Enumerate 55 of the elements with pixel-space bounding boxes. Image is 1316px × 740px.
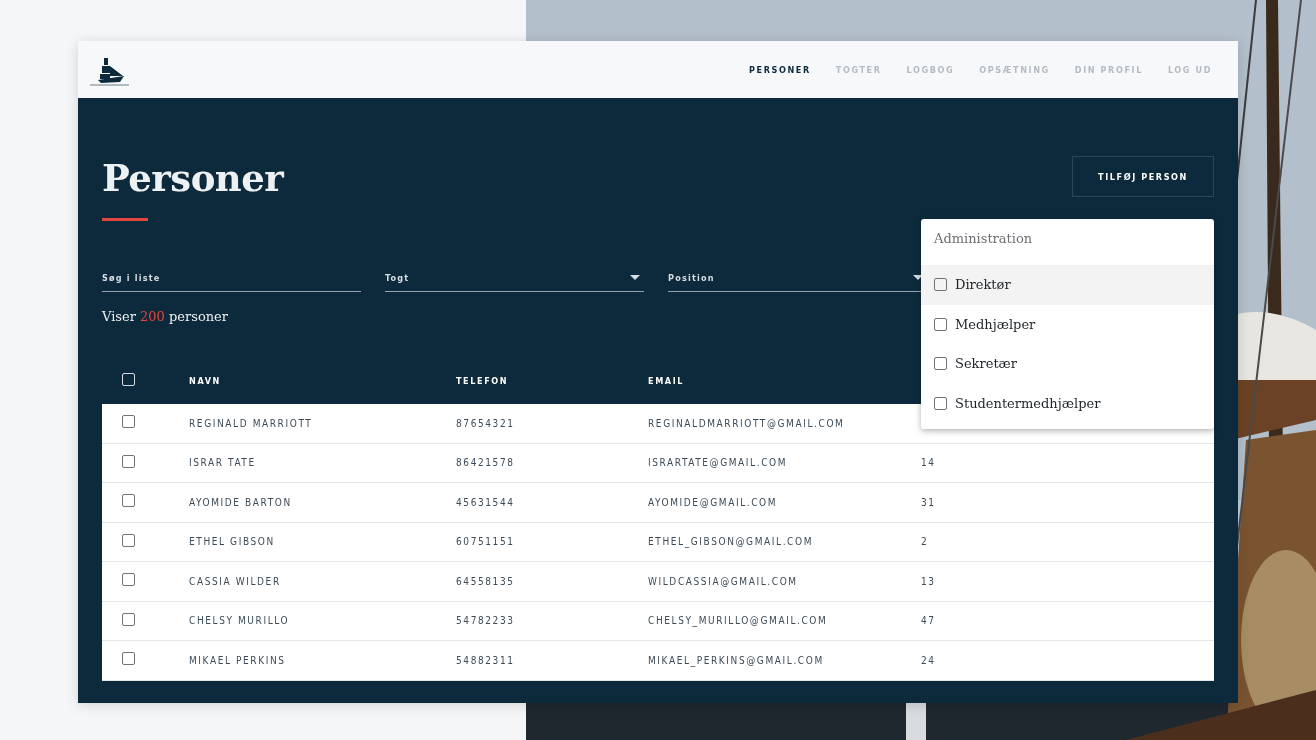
table-cell-text: 87654321 bbox=[456, 417, 516, 429]
row-checkbox[interactable] bbox=[122, 494, 135, 508]
table-cell-text: 45631544 bbox=[456, 496, 516, 508]
table-cell-text: AYOMIDE@GMAIL.COM bbox=[648, 496, 779, 508]
table-cell-text: ETHEL GIBSON bbox=[189, 536, 276, 548]
table-cell-text: MIKAEL PERKINS bbox=[189, 654, 287, 666]
table-cell-text: AYOMIDE BARTON bbox=[189, 496, 293, 508]
results-count-text: Viser 200 personer bbox=[102, 309, 229, 324]
table-cell-text: 86421578 bbox=[456, 457, 516, 469]
column-header[interactable]: TELEFON bbox=[456, 375, 648, 386]
option-checkbox[interactable] bbox=[934, 278, 947, 292]
table-cell-text: 54882311 bbox=[456, 654, 516, 666]
select-field[interactable]: Togt bbox=[385, 270, 644, 292]
table-cell-text: 60751151 bbox=[456, 536, 516, 548]
add-person-button[interactable]: TILFØJ PERSON bbox=[1072, 156, 1214, 197]
table-cell-text: 24 bbox=[921, 654, 937, 666]
table-cell-text: ISRAR TATE bbox=[189, 457, 257, 469]
table-cell-text: 2 bbox=[921, 536, 930, 548]
row-checkbox[interactable] bbox=[122, 652, 135, 666]
option-checkbox[interactable] bbox=[934, 396, 947, 410]
dropdown-option[interactable]: Medhjælper bbox=[921, 304, 1214, 344]
row-checkbox[interactable] bbox=[122, 415, 135, 429]
row-checkbox[interactable] bbox=[122, 612, 135, 626]
table-cell-text: 14 bbox=[921, 457, 937, 469]
column-header[interactable]: EMAIL bbox=[648, 375, 921, 386]
dropdown-group-label: Administration bbox=[933, 230, 1034, 248]
table-cell-text: 54782233 bbox=[456, 615, 516, 627]
option-checkbox[interactable] bbox=[934, 317, 947, 331]
table-cell-text: MIKAEL_PERKINS@GMAIL.COM bbox=[648, 654, 825, 666]
table-cell-text: 64558135 bbox=[456, 575, 516, 587]
table-cell-text: WILDCASSIA@GMAIL.COM bbox=[648, 575, 799, 587]
dropdown-option[interactable]: Studentermedhjælper bbox=[921, 383, 1214, 423]
title-underline bbox=[102, 218, 148, 221]
table-cell-text: CHELSY MURILLO bbox=[189, 615, 291, 627]
table-cell-text: 13 bbox=[921, 575, 937, 587]
table-cell-text: CASSIA WILDER bbox=[189, 575, 282, 587]
table-cell-text: REGINALD MARRIOTT bbox=[189, 417, 314, 429]
dropdown-option[interactable]: Sekretær bbox=[921, 344, 1214, 384]
table-cell-text: REGINALDMARRIOTT@GMAIL.COM bbox=[648, 417, 846, 429]
column-header[interactable]: NAVN bbox=[189, 375, 456, 386]
select-all-checkbox[interactable] bbox=[122, 372, 135, 386]
row-checkbox[interactable] bbox=[122, 573, 135, 587]
dropdown-arrow-icon[interactable] bbox=[630, 275, 640, 280]
page-title: Personer bbox=[102, 156, 284, 200]
table-cell-text: 31 bbox=[921, 496, 937, 508]
search-field[interactable]: Søg i liste bbox=[102, 270, 361, 292]
nav-link[interactable]: PERSONER bbox=[749, 64, 811, 75]
dropdown-option[interactable]: Direktør bbox=[921, 265, 1214, 305]
option-checkbox[interactable] bbox=[934, 357, 947, 371]
table-cell-text: 47 bbox=[921, 615, 937, 627]
table-cell-text: ETHEL_GIBSON@GMAIL.COM bbox=[648, 536, 814, 548]
row-checkbox[interactable] bbox=[122, 454, 135, 468]
table-cell-text: CHELSY_MURILLO@GMAIL.COM bbox=[648, 615, 829, 627]
row-checkbox[interactable] bbox=[122, 533, 135, 547]
table-cell-text: ISRARTATE@GMAIL.COM bbox=[648, 457, 789, 469]
